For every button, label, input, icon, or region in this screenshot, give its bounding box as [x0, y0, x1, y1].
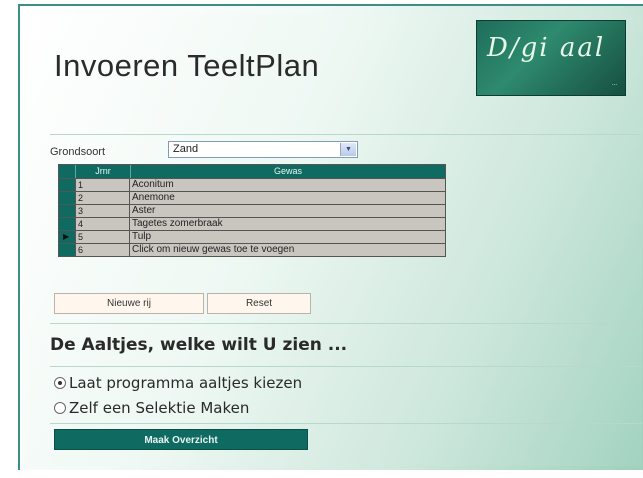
cell-gewas[interactable]: Tulp: [130, 231, 445, 243]
table-row[interactable]: 6 Click om nieuw gewas toe te voegen: [59, 243, 445, 256]
grid-header: Jrnr Gewas: [59, 165, 445, 178]
cell-gewas[interactable]: Anemone: [130, 192, 445, 204]
row-selector[interactable]: ▶: [59, 231, 76, 243]
cell-jrnr[interactable]: 2: [76, 192, 130, 204]
cell-gewas[interactable]: Tagetes zomerbraak: [130, 218, 445, 230]
logo-text: D/gi aal: [487, 33, 606, 63]
cell-jrnr[interactable]: 6: [76, 244, 130, 256]
row-selector[interactable]: [59, 192, 76, 204]
radio-icon[interactable]: [54, 402, 66, 414]
table-row[interactable]: 3 Aster: [59, 204, 445, 217]
table-row[interactable]: ▶ 5 Tulp: [59, 230, 445, 243]
option-zelf-selektie[interactable]: Zelf een Selektie Maken: [54, 399, 249, 417]
divider: [50, 323, 642, 324]
grid-header-gewas: Gewas: [273, 166, 302, 176]
option-label: Laat programma aaltjes kiezen: [69, 374, 303, 392]
cell-jrnr[interactable]: 4: [76, 218, 130, 230]
divider: [50, 423, 642, 424]
grid-header-selector: [59, 165, 76, 178]
table-row[interactable]: 4 Tagetes zomerbraak: [59, 217, 445, 230]
cell-gewas[interactable]: Aster: [130, 205, 445, 217]
cell-jrnr[interactable]: 5: [76, 231, 130, 243]
cell-jrnr[interactable]: 3: [76, 205, 130, 217]
divider: [50, 366, 642, 367]
section-heading: De Aaltjes, welke wilt U zien ...: [50, 335, 348, 355]
option-laat-programma[interactable]: Laat programma aaltjes kiezen: [54, 374, 302, 392]
reset-button[interactable]: Reset: [207, 293, 311, 314]
logo-subtext: ...: [611, 81, 617, 87]
grid-header-jrnr: Jrnr: [76, 165, 131, 178]
chevron-down-icon[interactable]: ▼: [340, 143, 356, 156]
grondsoort-label: Grondsoort: [50, 146, 106, 158]
grondsoort-value: Zand: [173, 143, 199, 155]
option-label: Zelf een Selektie Maken: [69, 399, 250, 417]
grid-body: 1 Aconitum 2 Anemone 3 Aster 4 Tagetes zomerbra…: [59, 178, 445, 256]
row-selector[interactable]: [59, 218, 76, 230]
nieuwe-rij-button[interactable]: Nieuwe rij: [54, 293, 204, 314]
cell-gewas[interactable]: Aconitum: [130, 179, 445, 191]
table-row[interactable]: 1 Aconitum: [59, 178, 445, 191]
grondsoort-select[interactable]: Zand ▼: [168, 141, 358, 158]
current-row-icon: ▶: [63, 232, 70, 241]
cell-gewas[interactable]: Click om nieuw gewas toe te voegen: [130, 244, 445, 256]
digiaal-logo: D/gi aal ...: [476, 20, 626, 96]
table-row[interactable]: 2 Anemone: [59, 191, 445, 204]
maak-overzicht-button[interactable]: Maak Overzicht: [54, 429, 308, 450]
row-selector[interactable]: [59, 205, 76, 217]
cell-jrnr[interactable]: 1: [76, 179, 130, 191]
radio-icon[interactable]: [54, 377, 66, 389]
gewas-grid: Jrnr Gewas 1 Aconitum 2 Anemone 3 Aster 4 Taget…: [58, 164, 446, 257]
row-selector[interactable]: [59, 179, 76, 191]
row-selector[interactable]: [59, 244, 76, 256]
divider: [50, 134, 642, 135]
page-title: Invoeren TeeltPlan: [54, 48, 320, 83]
